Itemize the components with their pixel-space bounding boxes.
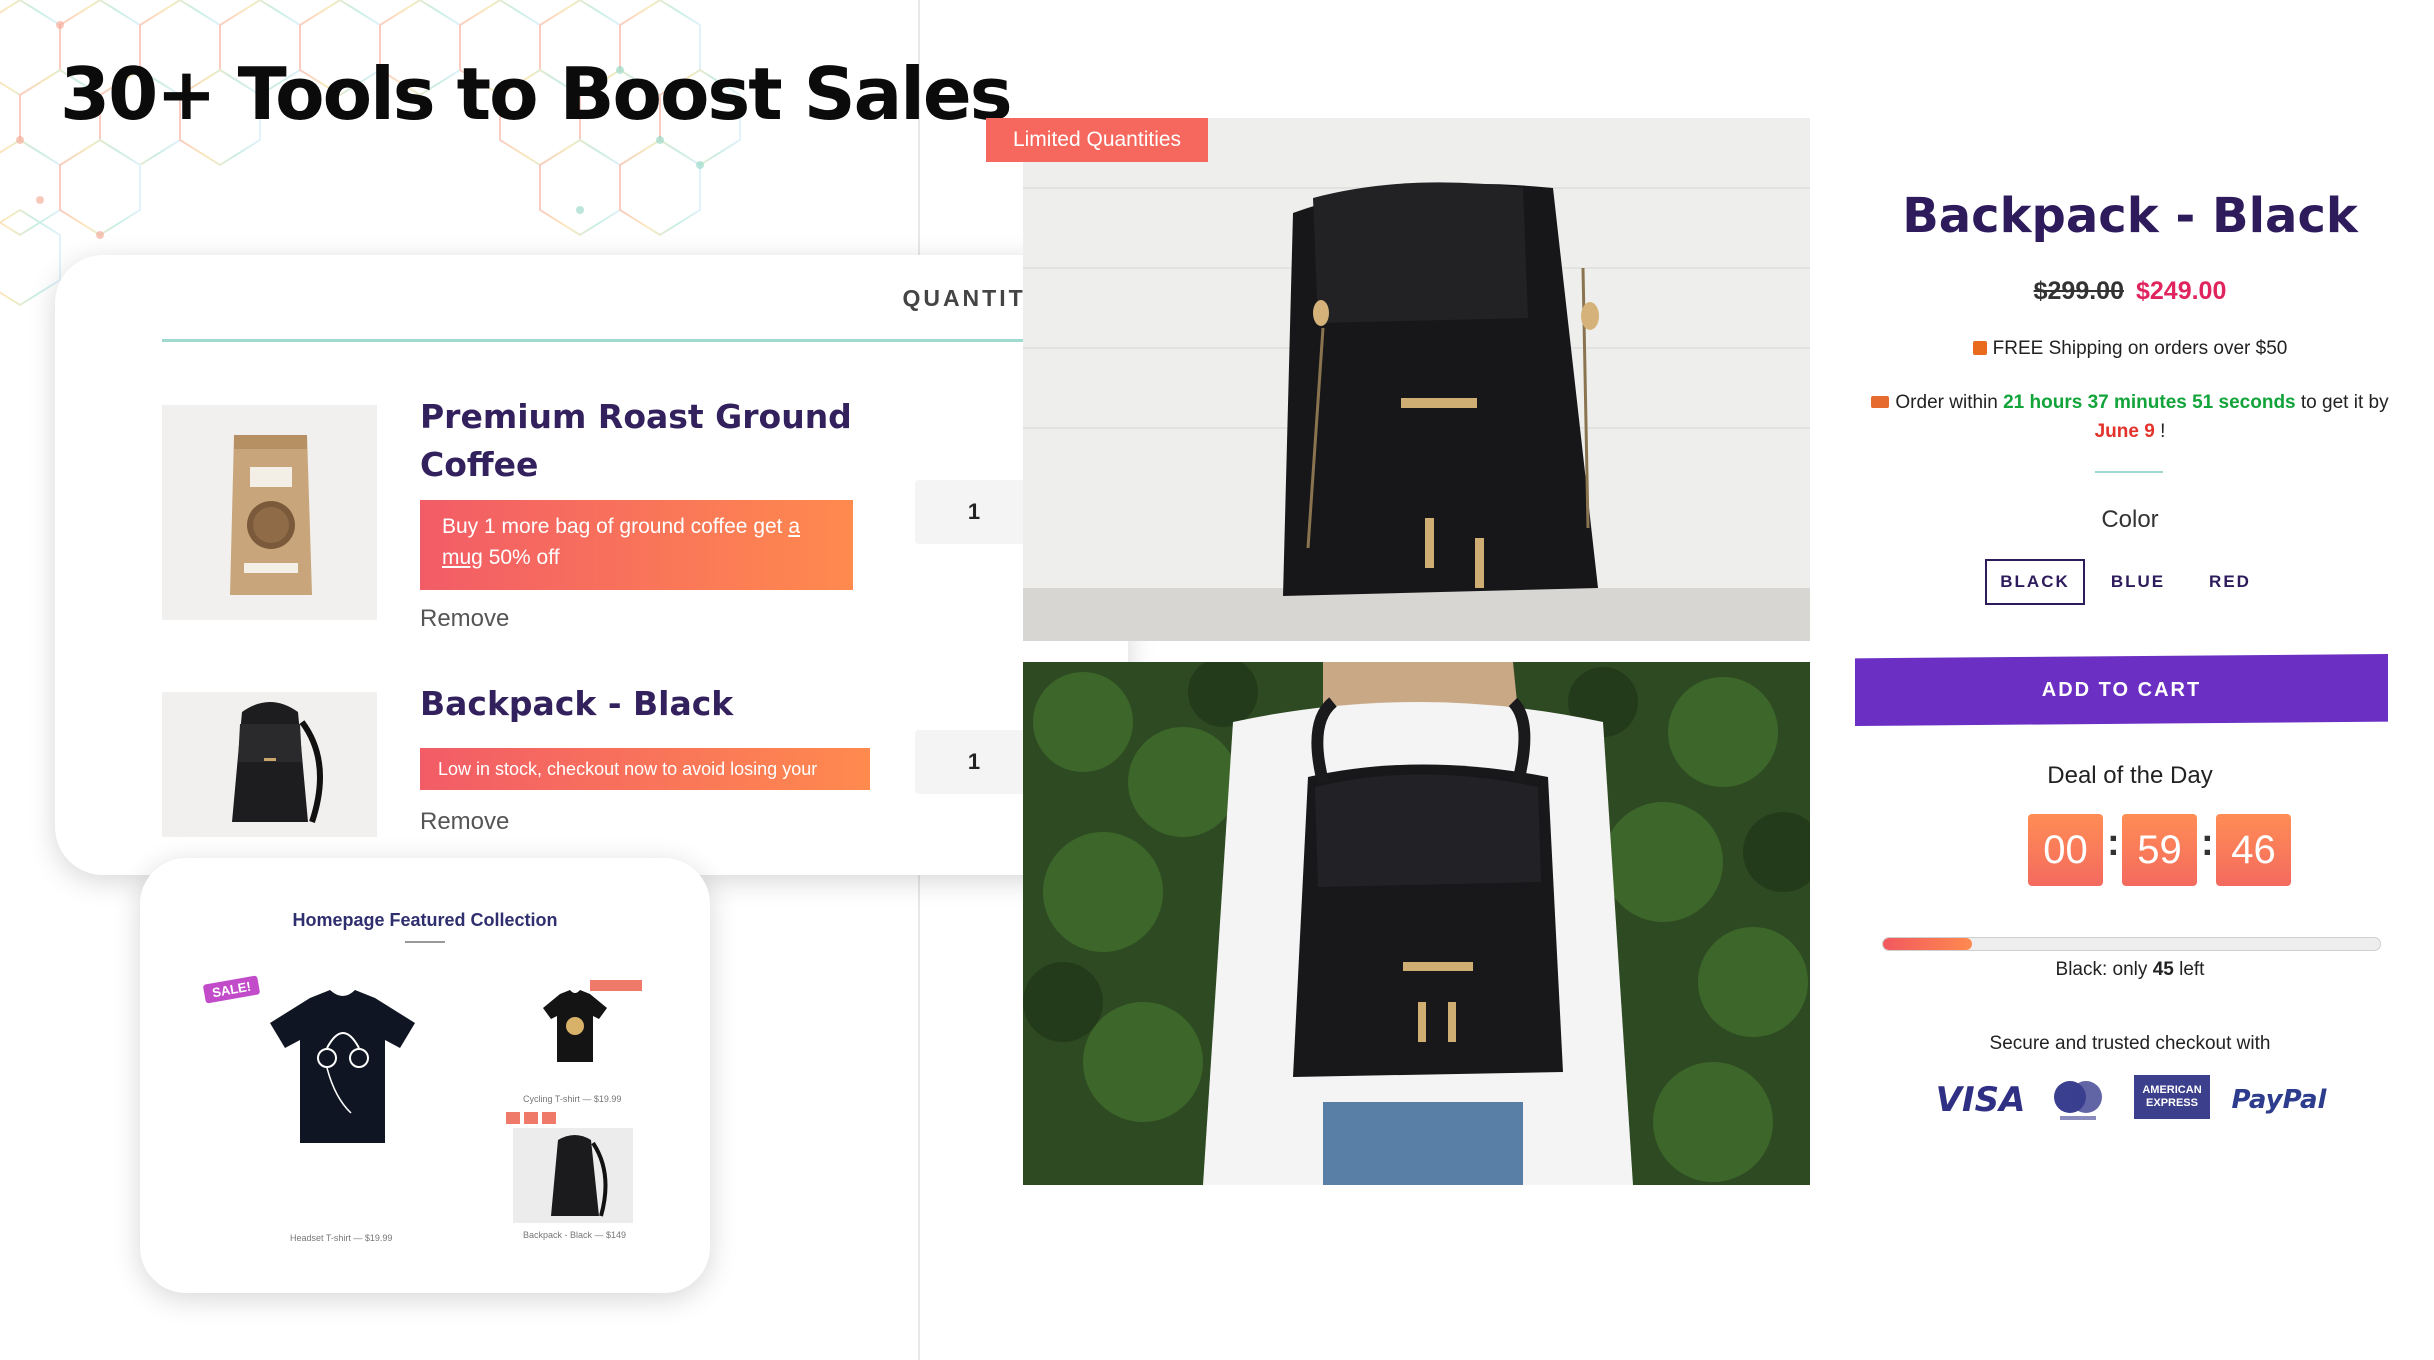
featured-collection-title: Homepage Featured Collection bbox=[292, 910, 558, 930]
featured-collection-card: Homepage Featured Collection SALE! Heads… bbox=[140, 858, 710, 1293]
backpack-product-photo[interactable] bbox=[1023, 118, 1810, 641]
remove-link[interactable]: Remove bbox=[420, 808, 509, 836]
price-row: $299.00 $249.00 bbox=[1855, 277, 2405, 306]
countdown-hours: 00 bbox=[2028, 814, 2103, 886]
limited-quantities-badge: Limited Quantities bbox=[986, 118, 1208, 162]
countdown-seconds: 46 bbox=[2216, 814, 2291, 886]
paypal-logo: PayPal bbox=[2231, 1085, 2327, 1115]
color-swatch-black[interactable]: BLACK bbox=[1985, 559, 2085, 605]
amex-line: AMERICAN bbox=[2142, 1084, 2202, 1096]
amex-line: EXPRESS bbox=[2146, 1097, 2198, 1109]
sale-badge: SALE! bbox=[202, 975, 261, 1004]
stock-remaining-text: Black: only 45 left bbox=[1855, 959, 2405, 981]
order-mid: to get it by bbox=[2295, 392, 2389, 413]
cart-item-title[interactable]: Backpack - Black bbox=[420, 680, 733, 728]
cart-card: QUANTITY Premium Roast Ground Coffee Buy… bbox=[55, 255, 1128, 875]
order-prefix: Order within bbox=[1895, 392, 2004, 413]
upsell-offer-banner: Buy 1 more bag of ground coffee get a mu… bbox=[420, 500, 853, 590]
stock-prefix: Black: only bbox=[2055, 959, 2153, 980]
mastercard-logo bbox=[2050, 1075, 2106, 1125]
backpack-thumbnail-image bbox=[162, 692, 377, 837]
cart-item-title[interactable]: Premium Roast Ground Coffee bbox=[420, 393, 852, 489]
upsell-suffix: 50% off bbox=[482, 546, 560, 569]
countdown-minutes: 59 bbox=[2122, 814, 2197, 886]
truck-icon bbox=[1871, 396, 1890, 408]
section-divider bbox=[2095, 471, 2163, 473]
quantity-input[interactable]: 1 bbox=[915, 480, 1033, 544]
secure-checkout-text: Secure and trusted checkout with bbox=[1989, 1033, 2271, 1054]
order-countdown: 21 hours 37 minutes 51 seconds bbox=[2003, 392, 2296, 413]
sale-price: $249.00 bbox=[2136, 277, 2227, 305]
mini-timer-box bbox=[524, 1112, 538, 1124]
cycling-tshirt-image[interactable] bbox=[535, 986, 615, 1066]
product-caption-cycling: Cycling T-shirt — $19.99 bbox=[523, 1094, 622, 1104]
color-swatch-blue[interactable]: BLUE bbox=[2093, 559, 2183, 605]
headline: 30+ Tools to Boost Sales bbox=[60, 52, 1013, 136]
featured-title-underline bbox=[405, 941, 445, 943]
color-swatch-red[interactable]: RED bbox=[2190, 559, 2270, 605]
stock-progress-fill bbox=[1883, 938, 1973, 950]
upsell-text: Buy 1 more bag of ground coffee get bbox=[442, 515, 789, 538]
stock-count: 45 bbox=[2152, 959, 2174, 980]
stock-progress-bar bbox=[1882, 937, 2381, 951]
free-shipping-text: FREE Shipping on orders over $50 bbox=[1992, 338, 2288, 359]
stock-suffix: left bbox=[2173, 959, 2205, 980]
amex-logo: AMERICAN EXPRESS bbox=[2134, 1075, 2210, 1119]
order-suffix: ! bbox=[2154, 421, 2166, 442]
backpack-mini-image[interactable] bbox=[513, 1128, 633, 1223]
deal-of-the-day-label: Deal of the Day bbox=[2047, 762, 2213, 789]
countdown-separator: : bbox=[2107, 822, 2120, 864]
original-price: $299.00 bbox=[2033, 277, 2124, 305]
product-title: Backpack - Black bbox=[1902, 188, 2358, 244]
coffee-bag-image bbox=[162, 405, 377, 620]
model-wearing-backpack-photo[interactable] bbox=[1023, 662, 1810, 1185]
low-stock-notice: Low in stock, checkout now to avoid losi… bbox=[420, 748, 870, 810]
quantity-input[interactable]: 1 bbox=[915, 730, 1033, 794]
delivery-date: June 9 bbox=[2094, 421, 2155, 442]
headset-tshirt-image[interactable] bbox=[255, 978, 430, 1153]
product-caption-headset: Headset T-shirt — $19.99 bbox=[290, 1233, 393, 1243]
mini-timer-box bbox=[542, 1112, 556, 1124]
visa-logo: VISA bbox=[1935, 1080, 2026, 1120]
add-to-cart-button[interactable]: ADD TO CART bbox=[1855, 654, 2388, 726]
countdown-separator: : bbox=[2201, 822, 2214, 864]
cart-header-rule bbox=[162, 339, 1128, 342]
gift-icon bbox=[1972, 341, 1987, 355]
color-label: Color bbox=[2101, 506, 2159, 533]
cart-item-title-line: Coffee bbox=[420, 445, 539, 484]
free-shipping-notice: FREE Shipping on orders over $50 bbox=[1855, 338, 2405, 360]
mini-timer-box bbox=[506, 1112, 520, 1124]
remove-link[interactable]: Remove bbox=[420, 605, 509, 633]
product-caption-backpack: Backpack - Black — $149 bbox=[523, 1230, 627, 1240]
order-deadline-notice: Order within 21 hours 37 minutes 51 seco… bbox=[1870, 388, 2390, 446]
cart-item-title-line: Premium Roast Ground bbox=[420, 397, 852, 436]
